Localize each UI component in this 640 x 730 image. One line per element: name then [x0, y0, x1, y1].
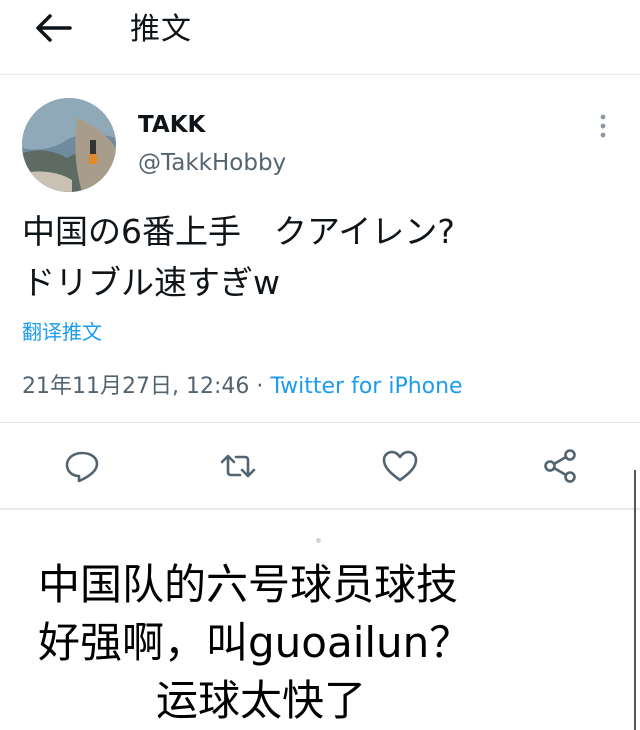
reply-icon[interactable]: [62, 446, 102, 486]
divider: [0, 508, 640, 510]
meta-separator: ·: [249, 374, 271, 399]
timestamp[interactable]: 21年11月27日, 12:46: [22, 374, 249, 399]
share-icon[interactable]: [540, 446, 580, 486]
page-indicator-dot: [316, 538, 321, 543]
page-title: 推文: [130, 12, 192, 47]
tweet-text-line: 中国の6番上手 クアイレン?: [22, 212, 455, 251]
top-bar: 推文: [0, 0, 640, 75]
caption-line: 运球太快了: [156, 676, 367, 725]
avatar-image: [22, 98, 116, 192]
tweet-text: 中国の6番上手 クアイレン? ドリブル速すぎw: [22, 206, 622, 308]
caption-line: 好强啊，叫guoailun？: [38, 618, 472, 667]
translate-tweet-link[interactable]: 翻译推文: [22, 316, 102, 345]
retweet-icon[interactable]: [218, 446, 258, 486]
source-link[interactable]: Twitter for iPhone: [270, 374, 462, 399]
scroll-edge: [634, 470, 636, 730]
like-icon[interactable]: [380, 446, 420, 486]
author-handle[interactable]: @TakkHobby: [138, 150, 286, 176]
tweet-meta: 21年11月27日, 12:46 · Twitter for iPhone: [22, 368, 463, 400]
more-options-icon[interactable]: [596, 112, 610, 142]
author-name[interactable]: TAKK: [138, 112, 205, 138]
divider: [0, 422, 640, 423]
avatar[interactable]: [22, 98, 116, 192]
arrow-left-icon[interactable]: [30, 8, 76, 48]
tweet-text-line: ドリブル速すぎw: [22, 263, 280, 302]
caption-line: 中国队的六号球员球技: [38, 560, 459, 609]
